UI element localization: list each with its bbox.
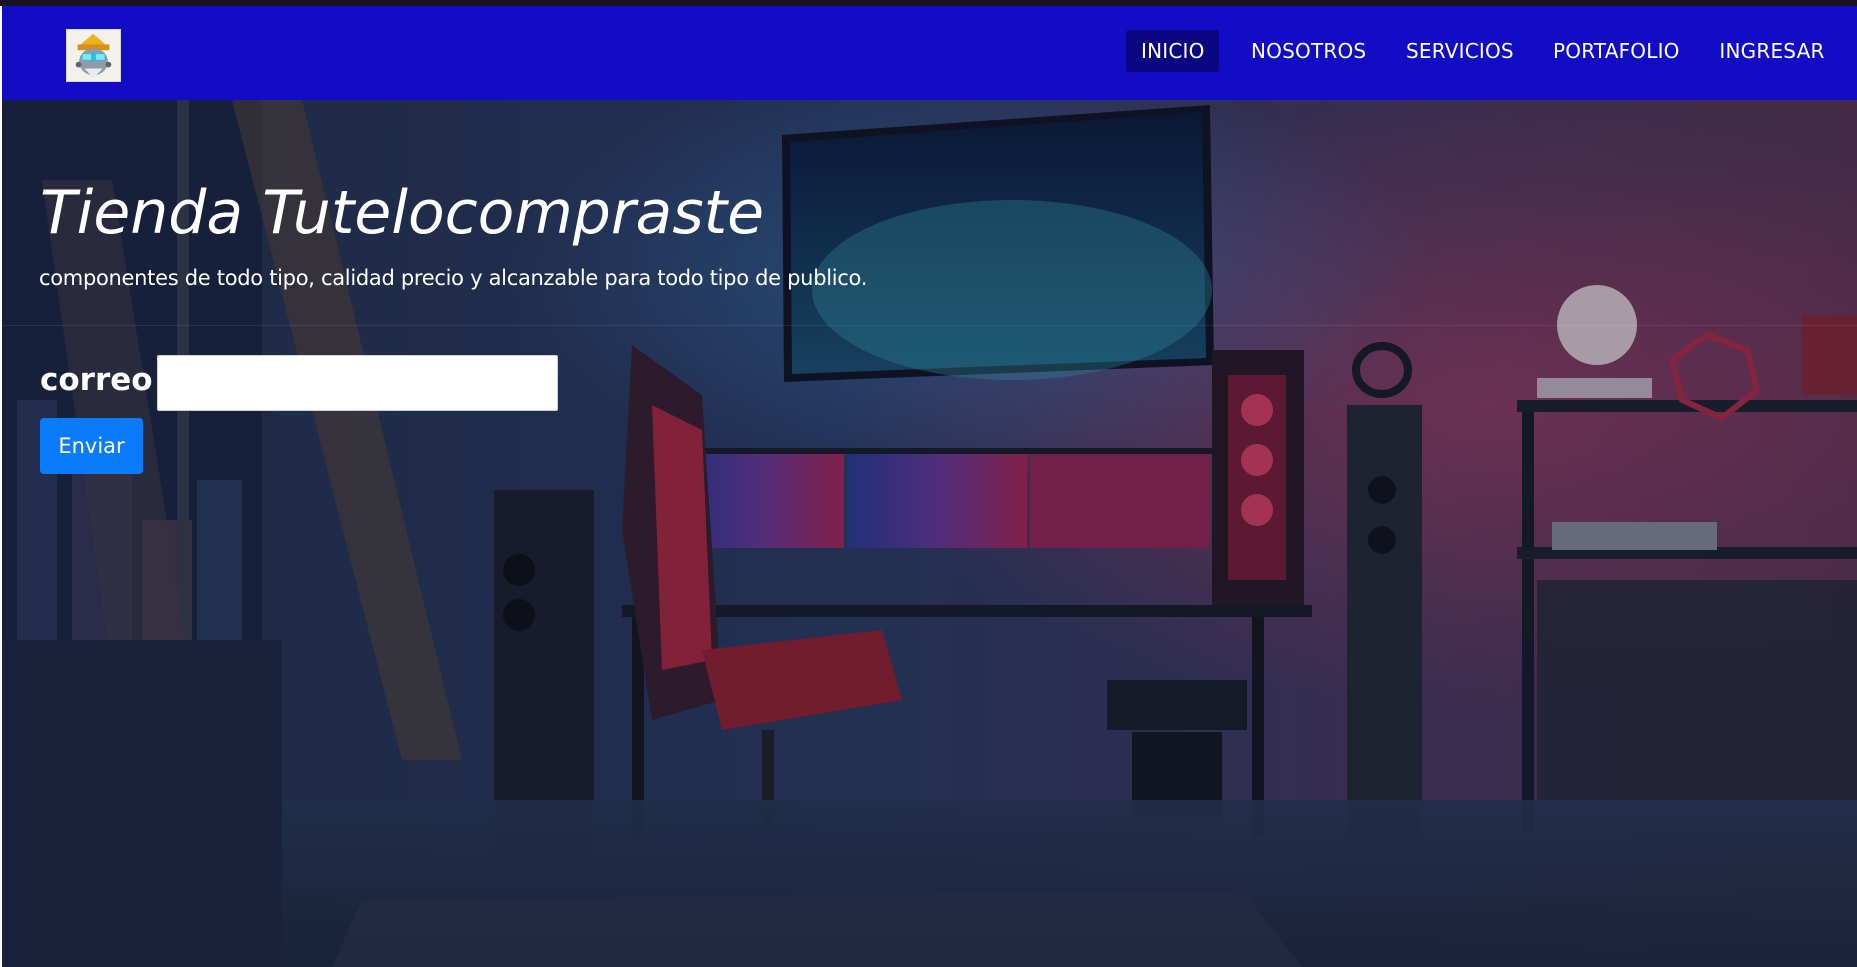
- nav-link-inicio[interactable]: INICIO: [1126, 30, 1219, 72]
- email-label: correo: [40, 362, 153, 398]
- hero-subtitle: componentes de todo tipo, calidad precio…: [39, 266, 868, 290]
- email-input[interactable]: [157, 355, 558, 411]
- send-button[interactable]: Enviar: [40, 418, 143, 474]
- nav-link-nosotros[interactable]: NOSOTROS: [1236, 30, 1376, 72]
- nav-link-portafolio[interactable]: PORTAFOLIO: [1538, 30, 1688, 72]
- hero-section: Tienda Tutelocompraste componentes de to…: [2, 100, 1857, 967]
- site-logo[interactable]: [66, 29, 121, 82]
- nav-link-ingresar[interactable]: INGRESAR: [1704, 30, 1840, 72]
- hero-divider: [2, 325, 1857, 326]
- nav-link-servicios[interactable]: SERVICIOS: [1391, 30, 1521, 72]
- hero-title: Tienda Tutelocompraste: [40, 178, 765, 248]
- robot-mascot-icon: [67, 30, 120, 81]
- navbar: INICIO NOSOTROS SERVICIOS PORTAFOLIO ING…: [2, 6, 1857, 100]
